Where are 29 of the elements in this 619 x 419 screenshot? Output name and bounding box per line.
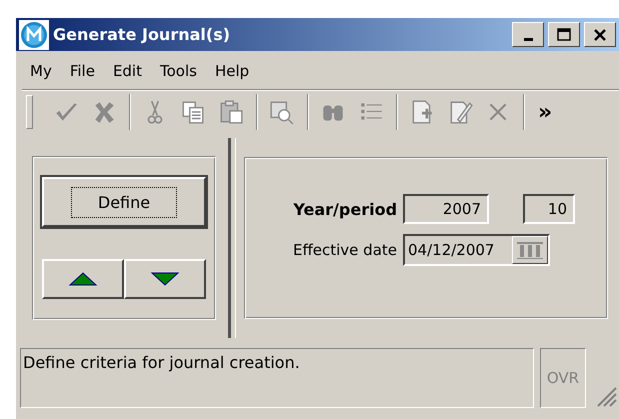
- year-period-label: Year/period: [292, 200, 398, 218]
- move-up-button[interactable]: [42, 259, 124, 299]
- overflow-button[interactable]: »: [534, 100, 556, 124]
- splitter[interactable]: [228, 138, 235, 338]
- period-field[interactable]: 10: [523, 194, 576, 224]
- define-button[interactable]: Define: [42, 177, 206, 227]
- minimize-button[interactable]: [512, 22, 544, 47]
- move-down-button[interactable]: [124, 259, 206, 299]
- close-icon: [592, 26, 608, 42]
- overwrite-indicator: OVR: [540, 348, 586, 408]
- up-triangle-icon: [68, 272, 98, 286]
- calendar-button[interactable]: [512, 236, 548, 264]
- menu-item[interactable]: Edit: [104, 59, 150, 83]
- menu-item[interactable]: Help: [206, 59, 258, 83]
- close-button[interactable]: [584, 22, 616, 47]
- effective-date-field[interactable]: 04/12/2007: [403, 234, 550, 266]
- menu-item[interactable]: Tools: [152, 59, 205, 83]
- toolbar-grip[interactable]: [26, 95, 33, 129]
- maximize-icon: [556, 26, 572, 42]
- menu-item[interactable]: File: [62, 59, 103, 83]
- app-logo-icon: [19, 20, 49, 50]
- year-field[interactable]: 2007: [403, 194, 490, 224]
- maximize-button[interactable]: [548, 22, 580, 47]
- status-message: Define criteria for journal creation.: [20, 348, 534, 408]
- minimize-icon: [524, 38, 532, 40]
- window-title: Generate Journal(s): [53, 25, 232, 44]
- menu-item[interactable]: My: [22, 59, 60, 83]
- effective-date-label: Effective date: [292, 241, 398, 259]
- down-triangle-icon: [150, 272, 180, 286]
